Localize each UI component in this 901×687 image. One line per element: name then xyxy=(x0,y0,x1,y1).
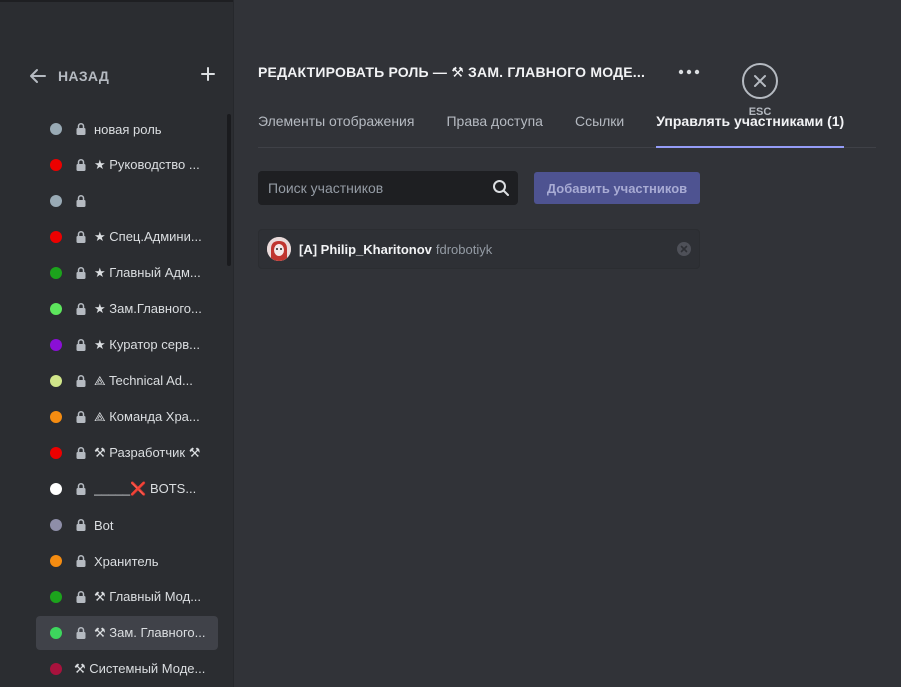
role-name: ★ Куратор серв... xyxy=(94,337,200,352)
role-name: новая роль xyxy=(94,121,162,137)
member-username: fdrobotiyk xyxy=(435,241,493,257)
lock-icon xyxy=(74,482,88,496)
arrow-left-icon xyxy=(30,69,46,83)
role-color-dot xyxy=(50,123,62,135)
role-item[interactable]: ⟁ Команда Хра... xyxy=(36,400,218,434)
role-color-dot xyxy=(50,555,62,567)
tab-2[interactable]: Ссылки xyxy=(575,110,624,148)
role-name: ★ Руководство ... xyxy=(94,157,200,172)
role-name: ⟁ Technical Ad... xyxy=(94,373,193,388)
sidebar: НАЗАД новая роль ★ Руководство ... ★ Спец.… xyxy=(0,0,233,687)
lock-icon xyxy=(74,194,88,208)
sidebar-scrollbar[interactable] xyxy=(227,114,231,266)
role-item[interactable]: ⚒ Главный Мод... xyxy=(36,580,218,614)
role-list: новая роль ★ Руководство ... ★ Спец.Админи… xyxy=(36,112,218,687)
lock-icon xyxy=(74,590,88,604)
role-color-dot xyxy=(50,159,62,171)
role-item[interactable]: ⚒ Зам. Главного... xyxy=(36,616,218,650)
role-color-dot xyxy=(50,303,62,315)
lock-icon xyxy=(74,374,88,388)
role-item[interactable]: ⟁ Technical Ad... xyxy=(36,364,218,398)
role-color-dot xyxy=(50,663,62,675)
search-input[interactable] xyxy=(268,180,492,196)
role-item[interactable]: ★ Главный Адм... xyxy=(36,256,218,290)
role-item[interactable]: _____❌ BOTS... xyxy=(36,472,218,506)
role-name: ★ Спец.Админи... xyxy=(94,229,202,244)
lock-icon xyxy=(74,446,88,460)
lock-icon xyxy=(74,266,88,280)
tab-0[interactable]: Элементы отображения xyxy=(258,110,414,148)
search-box[interactable] xyxy=(258,171,518,205)
member-display-name: [A] Philip_Kharitonov xyxy=(299,241,432,257)
role-item[interactable]: ⚒ Системный Моде... xyxy=(36,652,218,686)
role-item[interactable] xyxy=(36,184,218,218)
member-row[interactable]: [A] Philip_Kharitonov fdrobotiyk xyxy=(258,229,700,269)
role-color-dot xyxy=(50,483,62,495)
plus-icon[interactable] xyxy=(200,66,216,82)
page-title: РЕДАКТИРОВАТЬ РОЛЬ — ⚒ ЗАМ. ГЛАВНОГО МОД… xyxy=(258,64,646,80)
lock-icon xyxy=(74,518,88,532)
role-name: ⚒ Главный Мод... xyxy=(94,589,202,604)
lock-icon xyxy=(74,122,88,136)
role-item[interactable]: новая роль xyxy=(36,112,218,146)
back-label: НАЗАД xyxy=(58,68,110,84)
lock-icon xyxy=(74,230,88,244)
close-icon xyxy=(754,75,766,87)
role-color-dot xyxy=(50,411,62,423)
role-name: ★ Зам.Главного... xyxy=(94,301,202,316)
role-item[interactable]: ★ Куратор серв... xyxy=(36,328,218,362)
tab-3[interactable]: Управлять участниками (1) xyxy=(656,110,845,148)
role-item[interactable]: ⚒ Разработчик ⚒ xyxy=(36,436,218,470)
role-color-dot xyxy=(50,519,62,531)
add-members-button[interactable]: Добавить участников xyxy=(534,172,700,204)
avatar xyxy=(267,237,291,261)
lock-icon xyxy=(74,626,88,640)
more-options-icon[interactable] xyxy=(677,62,701,82)
main-panel: РЕДАКТИРОВАТЬ РОЛЬ — ⚒ ЗАМ. ГЛАВНОГО МОД… xyxy=(234,0,901,687)
role-name: ⚒ Системный Моде... xyxy=(74,661,206,676)
role-name: ⚒ Зам. Главного... xyxy=(94,625,206,640)
role-color-dot xyxy=(50,447,62,459)
role-color-dot xyxy=(50,339,62,351)
lock-icon xyxy=(74,338,88,352)
role-color-dot xyxy=(50,375,62,387)
lock-icon xyxy=(74,158,88,172)
role-item[interactable]: ★ Спец.Админи... xyxy=(36,220,218,254)
role-item[interactable]: Bot xyxy=(36,508,218,542)
close-button[interactable] xyxy=(742,63,778,99)
role-color-dot xyxy=(50,195,62,207)
back-button[interactable]: НАЗАД xyxy=(28,64,216,88)
role-name: _____❌ BOTS... xyxy=(94,481,197,496)
role-name: Bot xyxy=(94,517,114,533)
tab-bar: Элементы отображения Права доступа Ссылки У… xyxy=(258,110,876,148)
tab-1[interactable]: Права доступа xyxy=(446,110,542,148)
remove-member-icon[interactable] xyxy=(677,242,691,256)
role-item[interactable]: ★ Руководство ... xyxy=(36,148,218,182)
search-icon xyxy=(493,180,509,196)
role-item[interactable]: Хранитель xyxy=(36,544,218,578)
role-name: ⚒ Разработчик ⚒ xyxy=(94,445,201,460)
role-color-dot xyxy=(50,591,62,603)
role-color-dot xyxy=(50,231,62,243)
role-name: Хранитель xyxy=(94,553,159,569)
role-color-dot xyxy=(50,627,62,639)
lock-icon xyxy=(74,302,88,316)
role-name: ★ Главный Адм... xyxy=(94,265,201,280)
role-item[interactable]: ★ Зам.Главного... xyxy=(36,292,218,326)
lock-icon xyxy=(74,554,88,568)
role-name: ⟁ Команда Хра... xyxy=(94,409,200,424)
lock-icon xyxy=(74,410,88,424)
role-color-dot xyxy=(50,267,62,279)
